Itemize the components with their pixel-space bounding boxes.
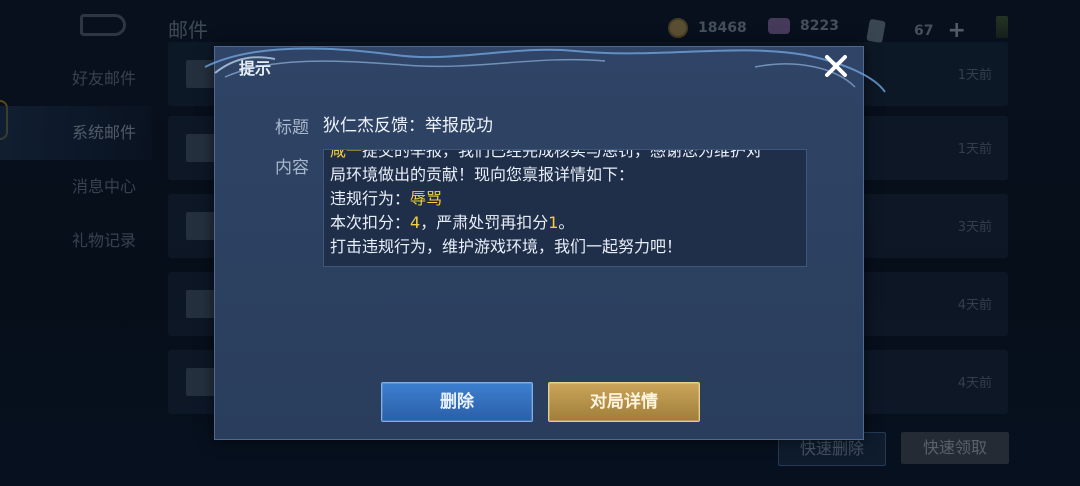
content-line: 本次扣分：4，严肃处罚再扣分1。 (330, 213, 575, 232)
content-text: 咸一提交的举报，我们已经完成核实与惩罚，感谢您为维护对 局环境做出的贡献！现向您… (330, 149, 800, 259)
violation-type: 辱骂 (410, 189, 443, 208)
subject-value: 狄仁杰反馈：举报成功 (323, 116, 493, 136)
content-line: 打击违规行为，维护游戏环境，我们一起努力吧！ (330, 237, 683, 256)
content-text-area[interactable]: 咸一提交的举报，我们已经完成核实与惩罚，感谢您为维护对 局环境做出的贡献！现向您… (323, 149, 807, 267)
report-result-dialog: 提示 标题 狄仁杰反馈：举报成功 内容 咸一提交的举报，我们已经完成核实与惩罚，… (204, 46, 886, 440)
dialog-title: 提示 (239, 59, 272, 78)
content-label: 内容 (275, 158, 309, 178)
delete-button[interactable]: 删除 (381, 382, 533, 422)
content-line: 局环境做出的贡献！现向您禀报详情如下： (330, 165, 635, 184)
close-button[interactable] (819, 49, 853, 83)
content-line: 违规行为：辱骂 (330, 189, 443, 208)
content-line: 咸一提交的举报，我们已经完成核实与惩罚，感谢您为维护对 (330, 149, 800, 163)
close-icon (825, 55, 847, 77)
subject-label: 标题 (275, 118, 309, 138)
deducted-score: 4 (410, 213, 421, 232)
dialog-header: 提示 (215, 47, 863, 93)
reporter-name: 咸一 (330, 149, 363, 160)
extra-deducted-score: 1 (548, 213, 559, 232)
match-details-button[interactable]: 对局详情 (548, 382, 700, 422)
